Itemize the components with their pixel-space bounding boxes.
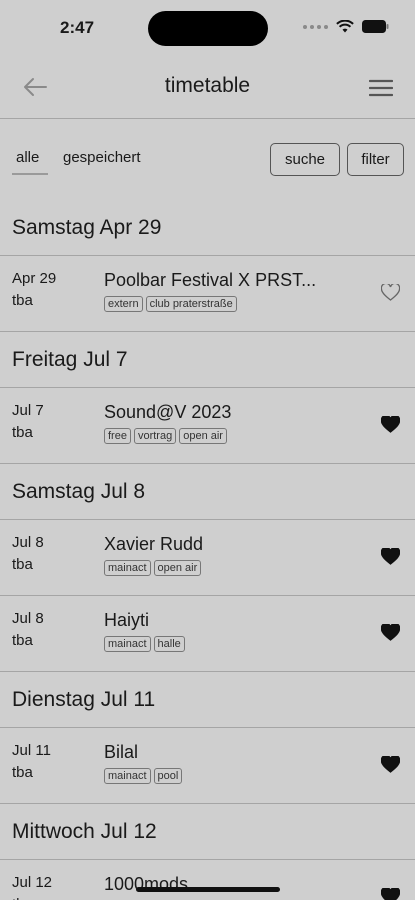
day-header: Freitag Jul 7 xyxy=(0,332,415,388)
event-title: Haiyti xyxy=(104,610,150,630)
tab-saved[interactable]: gespeichert xyxy=(63,149,141,166)
filter-button[interactable]: filter xyxy=(347,143,404,176)
event-tag: mainact xyxy=(104,560,151,576)
heart-filled-icon[interactable] xyxy=(381,548,400,565)
event-date: Apr 29 xyxy=(12,270,57,287)
event-time: tba xyxy=(12,292,33,309)
event-title: Poolbar Festival X PRST... xyxy=(104,270,317,290)
event-date: Jul 8 xyxy=(12,610,44,627)
filter-bar: alle gespeichert suche filter xyxy=(0,118,415,200)
heart-filled-icon[interactable] xyxy=(381,888,400,900)
battery-icon xyxy=(362,20,389,33)
dynamic-island xyxy=(148,11,268,46)
tab-all[interactable]: alle xyxy=(16,149,39,166)
event-tags: free vortrag open air xyxy=(104,428,227,444)
hamburger-menu-icon[interactable] xyxy=(369,78,393,98)
event-time: tba xyxy=(12,556,33,573)
event-tag: mainact xyxy=(104,768,151,784)
day-header: Samstag Apr 29 xyxy=(0,200,415,256)
event-title: Xavier Rudd xyxy=(104,534,204,554)
active-tab-indicator xyxy=(12,173,48,175)
wifi-icon xyxy=(336,20,354,33)
event-tag: vortrag xyxy=(133,428,177,444)
status-icons xyxy=(303,20,389,33)
event-row[interactable]: Jul 12 tba 1000mods mainactpool xyxy=(0,860,415,900)
event-time: tba xyxy=(12,424,33,441)
signal-icon xyxy=(303,24,328,29)
event-time: tba xyxy=(12,764,33,781)
event-time: tba xyxy=(12,632,33,649)
day-header: Dienstag Jul 11 xyxy=(0,672,415,728)
event-tag: free xyxy=(104,428,131,444)
event-tags: extern club praterstraße xyxy=(104,296,237,312)
nav-bar: timetable xyxy=(0,58,415,118)
event-tag: pool xyxy=(153,768,183,784)
status-bar: 2:47 xyxy=(0,0,415,58)
event-date: Jul 7 xyxy=(12,402,44,419)
event-tag: extern xyxy=(104,296,143,312)
event-list: Samstag Apr 29 Apr 29 tba Poolbar Festiv… xyxy=(0,200,415,900)
event-tags: mainact pool xyxy=(104,768,183,784)
event-title: Sound@V 2023 xyxy=(104,402,232,422)
event-tag: open air xyxy=(179,428,227,444)
heart-filled-icon[interactable] xyxy=(381,416,400,433)
event-tags: mainact open air xyxy=(104,560,202,576)
event-date: Jul 8 xyxy=(12,534,44,551)
page-title: timetable xyxy=(164,74,251,97)
event-tag: halle xyxy=(153,636,185,652)
heart-filled-icon[interactable] xyxy=(381,756,400,773)
search-button[interactable]: suche xyxy=(270,143,340,176)
event-time: tba xyxy=(12,896,33,900)
day-header: Mittwoch Jul 12 xyxy=(0,804,415,860)
event-tag: club praterstraße xyxy=(145,296,237,312)
home-indicator[interactable] xyxy=(136,887,280,892)
event-tag: open air xyxy=(153,560,202,576)
event-date: Jul 11 xyxy=(12,742,51,759)
event-row[interactable]: Jul 8 tba Haiyti mainact halle xyxy=(0,596,415,672)
event-tag: mainact xyxy=(104,636,151,652)
day-header: Samstag Jul 8 xyxy=(0,464,415,520)
event-row[interactable]: Jul 7 tba Sound@V 2023 free vortrag open a… xyxy=(0,388,415,464)
event-date: Jul 12 xyxy=(12,874,53,891)
event-title: Bilal xyxy=(104,742,139,762)
event-row[interactable]: Jul 11 tba Bilal mainact pool xyxy=(0,728,415,804)
event-row[interactable]: Jul 8 tba Xavier Rudd mainact open air xyxy=(0,520,415,596)
event-tags: mainact halle xyxy=(104,636,185,652)
status-time: 2:47 xyxy=(60,18,95,37)
heart-filled-icon[interactable] xyxy=(381,624,400,641)
heart-outline-icon[interactable] xyxy=(381,284,400,301)
event-row[interactable]: Apr 29 tba Poolbar Festival X PRST... ex… xyxy=(0,256,415,332)
